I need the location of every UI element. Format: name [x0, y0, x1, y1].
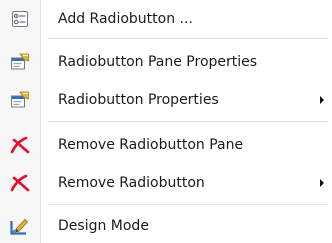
menu-item-label: Radiobutton Properties — [58, 92, 219, 108]
gutter-divider — [40, 0, 41, 243]
menu-item-add-radiobutton[interactable]: Add Radiobutton ... — [0, 3, 332, 35]
menu-item-remove-radiobutton[interactable]: Remove Radiobutton — [0, 167, 332, 199]
submenu-arrow-icon — [320, 96, 324, 104]
menu-separator — [48, 204, 328, 205]
context-menu: Add Radiobutton ... Radiobutton Pane Pro… — [0, 0, 332, 243]
menu-item-label: Design Mode — [58, 218, 149, 234]
submenu-arrow-icon — [320, 179, 324, 187]
menu-item-label: Remove Radiobutton — [58, 175, 205, 191]
icon-gutter — [0, 0, 40, 243]
properties-icon — [10, 91, 30, 109]
radiobutton-list-icon — [10, 10, 30, 28]
menu-item-label: Remove Radiobutton Pane — [58, 137, 244, 153]
menu-item-label: Add Radiobutton ... — [58, 11, 193, 27]
remove-icon — [10, 136, 30, 154]
menu-item-remove-radiobutton-pane[interactable]: Remove Radiobutton Pane — [0, 129, 332, 161]
menu-separator — [48, 121, 328, 122]
remove-icon — [10, 174, 30, 192]
menu-item-design-mode[interactable]: Design Mode — [0, 210, 332, 242]
properties-icon — [10, 53, 30, 71]
menu-item-label: Radiobutton Pane Properties — [58, 54, 258, 70]
menu-item-radiobutton-pane-properties[interactable]: Radiobutton Pane Properties — [0, 46, 332, 78]
menu-separator — [48, 38, 328, 39]
menu-item-radiobutton-properties[interactable]: Radiobutton Properties — [0, 84, 332, 116]
design-mode-icon — [10, 217, 30, 235]
